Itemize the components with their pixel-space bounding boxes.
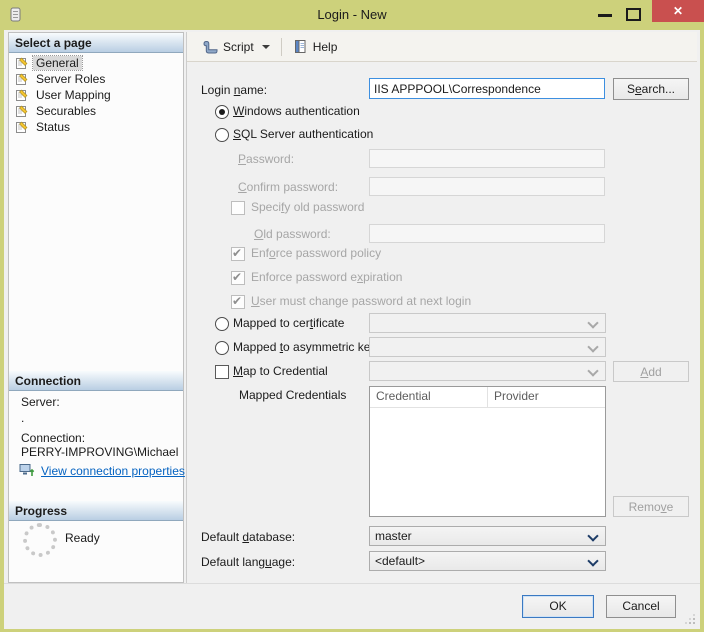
login-new-dialog: Login - New ✕ Select a page General Serv… — [0, 0, 704, 632]
mapped-credentials-label: Mapped Credentials — [239, 388, 346, 402]
sidebar-item-user-mapping[interactable]: User Mapping — [15, 87, 114, 103]
login-name-input[interactable] — [369, 78, 605, 99]
sidebar-item-status[interactable]: Status — [15, 119, 73, 135]
windows-authentication-label: Windows authentication — [233, 104, 360, 118]
page-icon — [15, 56, 29, 70]
default-database-label: Default database: — [201, 530, 295, 544]
progress-header: Progress — [9, 501, 183, 521]
resize-grip[interactable] — [685, 614, 695, 624]
mapped-to-asymmetric-key-label: Mapped to asymmetric key — [233, 340, 376, 354]
sidebar-item-label: User Mapping — [33, 88, 114, 102]
remove-button: Remove — [613, 496, 689, 517]
script-button[interactable]: Script — [197, 36, 275, 58]
default-language-label: Default language: — [201, 555, 295, 569]
mapped-to-asymmetric-key-radio[interactable] — [215, 341, 229, 355]
confirm-password-input — [369, 177, 605, 196]
close-icon: ✕ — [673, 4, 683, 18]
help-button[interactable]: Help — [288, 36, 343, 57]
table-header-row: Credential Provider — [370, 387, 605, 408]
page-icon — [15, 88, 29, 102]
sidebar-item-label: Status — [33, 120, 73, 134]
sidebar-item-general[interactable]: General — [15, 55, 82, 71]
view-connection-properties[interactable]: View connection properties — [19, 463, 185, 478]
certificate-combobox — [369, 313, 606, 333]
mapped-to-certificate-radio[interactable] — [215, 317, 229, 331]
map-to-credential-label: Map to Credential — [233, 364, 328, 378]
ok-button[interactable]: OK — [522, 595, 594, 618]
sidebar: Select a page General Server Roles User … — [8, 32, 184, 583]
toolbar: Script Help — [187, 32, 697, 62]
cancel-button[interactable]: Cancel — [606, 595, 676, 618]
dialog-content: Select a page General Server Roles User … — [4, 30, 700, 628]
default-language-combobox[interactable]: <default> — [369, 551, 606, 571]
sidebar-item-securables[interactable]: Securables — [15, 103, 99, 119]
add-button: Add — [613, 361, 689, 382]
enforce-password-policy-checkbox — [231, 247, 245, 261]
sql-authentication-label: SQL Server authentication — [233, 127, 373, 141]
sidebar-item-server-roles[interactable]: Server Roles — [15, 71, 108, 87]
must-change-password-label: User must change password at next login — [251, 294, 471, 308]
footer-bar: OK Cancel — [4, 583, 700, 629]
connection-value: PERRY-IMPROVING\Michael — [21, 445, 178, 459]
chevron-down-icon[interactable] — [262, 45, 270, 49]
help-label: Help — [313, 40, 338, 54]
page-icon — [15, 104, 29, 118]
old-password-label: Old password: — [254, 227, 331, 241]
page-icon — [15, 120, 29, 134]
script-label: Script — [223, 40, 254, 54]
sql-authentication-radio[interactable] — [215, 128, 229, 142]
enforce-password-policy-label: Enforce password policy — [251, 246, 381, 260]
default-database-combobox[interactable]: master — [369, 526, 606, 546]
chevron-down-icon — [587, 341, 598, 352]
script-icon — [202, 39, 218, 55]
map-to-credential-checkbox[interactable] — [215, 365, 229, 379]
view-connection-properties-link[interactable]: View connection properties — [41, 464, 185, 478]
chevron-down-icon — [587, 317, 598, 328]
credential-column-header: Credential — [370, 387, 488, 407]
search-button[interactable]: Search... — [613, 78, 689, 100]
login-name-label: Login name: — [201, 83, 267, 97]
toolbar-separator — [281, 38, 282, 56]
minimize-button[interactable] — [598, 14, 612, 17]
windows-authentication-radio[interactable] — [215, 105, 229, 119]
chevron-down-icon — [587, 530, 598, 541]
main-panel: Script Help Login name: Search... Window… — [186, 32, 697, 583]
page-icon — [15, 72, 29, 86]
progress-spinner-icon — [23, 523, 57, 557]
sidebar-item-label: Server Roles — [33, 72, 108, 86]
specify-old-password-checkbox — [231, 201, 245, 215]
password-label: Password: — [238, 152, 294, 166]
provider-column-header: Provider — [488, 387, 545, 407]
close-button[interactable]: ✕ — [652, 0, 704, 22]
must-change-password-checkbox — [231, 295, 245, 309]
confirm-password-label: Confirm password: — [238, 180, 338, 194]
asymmetric-key-combobox — [369, 337, 606, 357]
progress-status: Ready — [65, 531, 100, 545]
specify-old-password-label: Specify old password — [251, 200, 364, 214]
select-a-page-header: Select a page — [9, 33, 183, 53]
mapped-credentials-table[interactable]: Credential Provider — [369, 386, 606, 517]
old-password-input — [369, 224, 605, 243]
titlebar[interactable]: Login - New ✕ — [0, 0, 704, 30]
chevron-down-icon — [587, 365, 598, 376]
sidebar-item-label: Securables — [33, 104, 99, 118]
help-icon — [293, 39, 308, 54]
enforce-password-expiration-label: Enforce password expiration — [251, 270, 402, 284]
mapped-to-certificate-label: Mapped to certificate — [233, 316, 344, 330]
maximize-button[interactable] — [626, 8, 641, 21]
server-value: . — [21, 411, 24, 425]
chevron-down-icon — [587, 555, 598, 566]
password-input — [369, 149, 605, 168]
connection-header: Connection — [9, 371, 183, 391]
connection-properties-icon — [19, 463, 35, 478]
connection-label: Connection: — [21, 431, 85, 445]
enforce-password-expiration-checkbox — [231, 271, 245, 285]
server-label: Server: — [21, 395, 60, 409]
credential-combobox — [369, 361, 606, 381]
sidebar-item-label: General — [33, 56, 82, 70]
